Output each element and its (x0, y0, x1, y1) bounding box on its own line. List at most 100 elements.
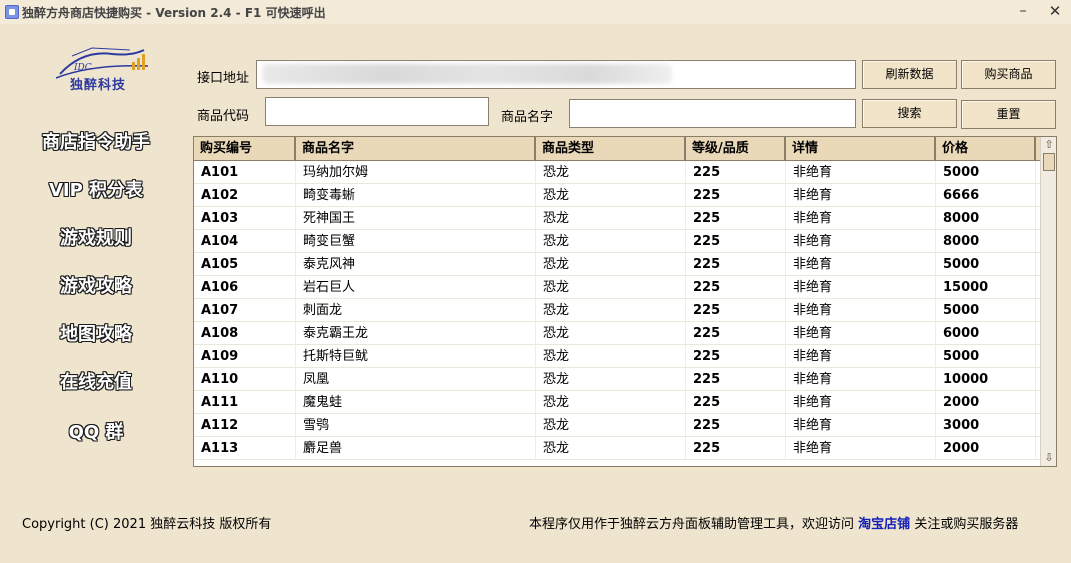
refresh-data-button[interactable]: 刷新数据 (862, 60, 957, 89)
table-row[interactable]: A106 岩石巨人 恐龙 225 非绝育 15000 (194, 276, 1040, 299)
column-header[interactable]: 商品名字 (296, 137, 536, 161)
table-cell: 泰克风神 (296, 253, 536, 276)
table-cell: 魔鬼蛙 (296, 391, 536, 414)
table-cell: A113 (194, 437, 296, 460)
scroll-thumb[interactable] (1043, 153, 1055, 171)
table-cell: A101 (194, 161, 296, 184)
table-cell: 225 (686, 161, 786, 184)
table-cell: 非绝育 (786, 391, 936, 414)
nav-online-recharge[interactable]: 在线充值 (16, 368, 176, 394)
table-row[interactable]: A109 托斯特巨鱿 恐龙 225 非绝育 5000 (194, 345, 1040, 368)
reset-button[interactable]: 重置 (961, 100, 1056, 129)
scroll-down-icon[interactable]: ⇩ (1042, 451, 1056, 465)
column-header[interactable]: 详情 (786, 137, 936, 161)
table-row[interactable]: A102 畸变毒蜥 恐龙 225 非绝育 6666 (194, 184, 1040, 207)
table-cell: 非绝育 (786, 184, 936, 207)
item-code-label: 商品代码 (197, 109, 250, 124)
table-cell: 恐龙 (536, 253, 686, 276)
table-row[interactable]: A105 泰克风神 恐龙 225 非绝育 5000 (194, 253, 1040, 276)
table-cell: 2000 (936, 437, 1036, 460)
table-cell: 非绝育 (786, 253, 936, 276)
table-cell: 恐龙 (536, 276, 686, 299)
table-cell: 225 (686, 345, 786, 368)
table-cell: A104 (194, 230, 296, 253)
table-row[interactable]: A113 麝足兽 恐龙 225 非绝育 2000 (194, 437, 1040, 460)
table-cell: A103 (194, 207, 296, 230)
footer-notice-text: 本程序仅用作于独醉云方舟面板辅助管理工具，欢迎访问 (529, 517, 855, 532)
logo-text: 独醉科技 (70, 78, 127, 93)
table-cell: 225 (686, 207, 786, 230)
column-header[interactable]: 价格 (936, 137, 1036, 161)
column-header[interactable]: 等级/品质 (686, 137, 786, 161)
table-body: A101 玛纳加尔姆 恐龙 225 非绝育 5000 A102 畸变毒蜥 恐龙 225 非绝育 666… (194, 161, 1040, 460)
column-header[interactable]: 商品类型 (536, 137, 686, 161)
table-cell: A112 (194, 414, 296, 437)
table-row[interactable]: A104 畸变巨蟹 恐龙 225 非绝育 8000 (194, 230, 1040, 253)
table-cell: 畸变毒蜥 (296, 184, 536, 207)
item-name-input[interactable] (569, 99, 856, 128)
table-cell: 2000 (936, 391, 1036, 414)
table-cell: 15000 (936, 276, 1036, 299)
table-row[interactable]: A101 玛纳加尔姆 恐龙 225 非绝育 5000 (194, 161, 1040, 184)
table-cell: 6666 (936, 184, 1036, 207)
table-cell: 8000 (936, 207, 1036, 230)
nav-game-rules[interactable]: 游戏规则 (16, 224, 176, 250)
table-cell: 225 (686, 368, 786, 391)
table-cell: 非绝育 (786, 299, 936, 322)
table-cell: 刺面龙 (296, 299, 536, 322)
item-name-label: 商品名字 (501, 110, 554, 125)
table-row[interactable]: A107 刺面龙 恐龙 225 非绝育 5000 (194, 299, 1040, 322)
table-cell: 8000 (936, 230, 1036, 253)
table-cell: 畸变巨蟹 (296, 230, 536, 253)
table-cell: 非绝育 (786, 161, 936, 184)
table-cell: 非绝育 (786, 322, 936, 345)
table-cell: 恐龙 (536, 368, 686, 391)
nav-shop-command-helper[interactable]: 商店指令助手 (16, 128, 176, 154)
column-header[interactable]: 购买编号 (194, 137, 296, 161)
table-cell: 非绝育 (786, 414, 936, 437)
vertical-scrollbar[interactable]: ⇧ ⇩ (1040, 137, 1056, 466)
table-cell: 非绝育 (786, 230, 936, 253)
table-cell: 5000 (936, 253, 1036, 276)
table-cell: 225 (686, 322, 786, 345)
table-cell: 225 (686, 299, 786, 322)
table-cell: A111 (194, 391, 296, 414)
table-row[interactable]: A108 泰克霸王龙 恐龙 225 非绝育 6000 (194, 322, 1040, 345)
nav-game-guide[interactable]: 游戏攻略 (16, 272, 176, 298)
table-cell: 雪鸮 (296, 414, 536, 437)
taobao-store-link[interactable]: 淘宝店铺 (858, 517, 910, 532)
nav-map-guide[interactable]: 地图攻略 (16, 320, 176, 346)
table-cell: 恐龙 (536, 345, 686, 368)
table-row[interactable]: A110 凤凰 恐龙 225 非绝育 10000 (194, 368, 1040, 391)
nav-qq-group[interactable]: QQ 群 (16, 418, 176, 444)
table-cell: 6000 (936, 322, 1036, 345)
redacted-address (262, 64, 672, 84)
table-cell: 恐龙 (536, 207, 686, 230)
table-cell: 托斯特巨鱿 (296, 345, 536, 368)
table-cell: 非绝育 (786, 276, 936, 299)
table-cell: 5000 (936, 299, 1036, 322)
table-row[interactable]: A111 魔鬼蛙 恐龙 225 非绝育 2000 (194, 391, 1040, 414)
table-cell: 225 (686, 414, 786, 437)
table-cell: 225 (686, 230, 786, 253)
table-cell: 3000 (936, 414, 1036, 437)
item-table[interactable]: 购买编号 商品名字 商品类型 等级/品质 详情 价格 A101 玛纳加尔姆 恐龙 22… (193, 136, 1057, 467)
table-cell: 恐龙 (536, 161, 686, 184)
scroll-up-icon[interactable]: ⇧ (1042, 138, 1056, 152)
table-row[interactable]: A103 死神国王 恐龙 225 非绝育 8000 (194, 207, 1040, 230)
table-cell: A106 (194, 276, 296, 299)
footer-notice-tail: 关注或购买服务器 (914, 517, 1019, 532)
table-cell: 10000 (936, 368, 1036, 391)
minimize-icon[interactable]: – (1012, 1, 1034, 21)
table-row[interactable]: A112 雪鸮 恐龙 225 非绝育 3000 (194, 414, 1040, 437)
search-button[interactable]: 搜索 (862, 99, 957, 128)
nav-vip-points[interactable]: VIP 积分表 (16, 176, 176, 202)
logo: IDC 独醉科技 (52, 44, 152, 102)
footer-notice: 本程序仅用作于独醉云方舟面板辅助管理工具，欢迎访问 淘宝店铺 关注或购买服务器 (529, 513, 1018, 532)
item-code-input[interactable] (265, 97, 489, 126)
table-cell: 恐龙 (536, 391, 686, 414)
table-cell: 凤凰 (296, 368, 536, 391)
buy-item-button[interactable]: 购买商品 (961, 60, 1056, 89)
close-icon[interactable]: ✕ (1044, 1, 1066, 21)
table-cell: 225 (686, 391, 786, 414)
